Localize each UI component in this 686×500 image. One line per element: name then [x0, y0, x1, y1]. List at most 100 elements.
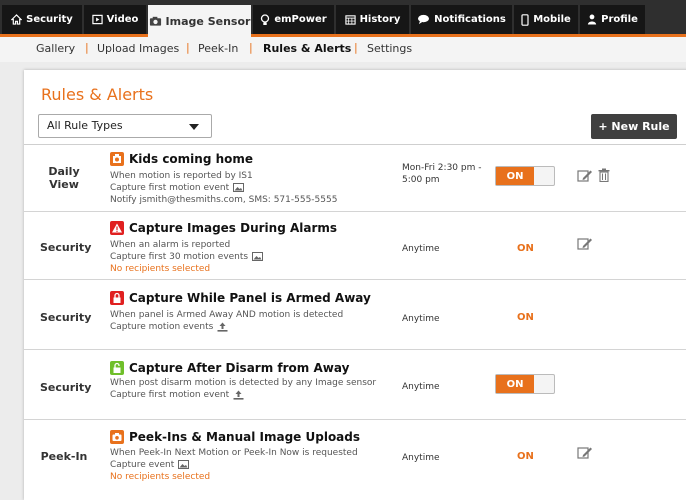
rule-title-text: Peek-Ins & Manual Image Uploads	[129, 430, 361, 444]
rule-capture-text: Capture motion events	[110, 322, 214, 332]
edit-icon[interactable]	[577, 169, 593, 183]
sub-navigation: Gallery | Upload Images | Peek-In | Rule…	[0, 37, 686, 62]
tab-label: Mobile	[533, 14, 571, 25]
rule-notify: No recipients selected	[110, 472, 211, 482]
new-rule-button[interactable]: + New Rule	[591, 114, 677, 139]
rule-title[interactable]: Capture Images During Alarms	[110, 221, 337, 235]
rule-capture-text: Capture event	[110, 460, 175, 470]
tab-mobile[interactable]: Mobile	[514, 5, 578, 34]
edit-icon[interactable]	[577, 446, 593, 460]
subtab-upload-images[interactable]: Upload Images	[97, 42, 179, 55]
rule-schedule: Anytime	[402, 244, 440, 254]
subnav-separator: |	[249, 41, 253, 54]
tab-video[interactable]: Video	[84, 5, 146, 34]
rule-capture: Capture first motion event	[110, 182, 337, 194]
rule-type: Security	[40, 381, 92, 394]
rule-trigger: When motion is reported by IS1	[110, 171, 253, 181]
tab-history[interactable]: History	[336, 5, 409, 34]
image-icon	[178, 460, 190, 469]
subtab-settings[interactable]: Settings	[367, 42, 412, 55]
clock-icon	[110, 152, 124, 166]
rule-schedule: Anytime	[402, 382, 440, 392]
tab-security[interactable]: Security	[2, 5, 82, 34]
phone-icon	[521, 13, 529, 26]
rule-type-selected: All Rule Types	[47, 119, 123, 132]
rule-trigger: When an alarm is reported	[110, 240, 231, 250]
rule-notify: No recipients selected	[110, 264, 211, 274]
chat-bubble-icon	[418, 14, 430, 25]
rule-title[interactable]: Peek-Ins & Manual Image Uploads	[110, 430, 360, 444]
tab-empower[interactable]: emPower	[253, 5, 334, 34]
subtab-gallery[interactable]: Gallery	[36, 42, 75, 55]
rule-description: When Peek-In Next Motion or Peek-In Now …	[110, 447, 358, 483]
rule-type: Daily View	[48, 165, 80, 191]
tab-label: Video	[106, 14, 139, 25]
page-title: Rules & Alerts	[41, 85, 154, 104]
tab-profile[interactable]: Profile	[580, 5, 645, 34]
rule-description: When motion is reported by IS1 Capture f…	[110, 170, 337, 206]
rule-title-text: Capture While Panel is Armed Away	[129, 291, 371, 305]
rule-trigger: When Peek-In Next Motion or Peek-In Now …	[110, 448, 358, 458]
subnav-separator: |	[354, 41, 358, 54]
rule-toggle[interactable]: ON	[495, 166, 555, 186]
rule-capture-text: Capture first motion event	[110, 183, 230, 193]
rule-title-text: Capture After Disarm from Away	[129, 361, 350, 375]
rule-description: When panel is Armed Away AND motion is d…	[110, 309, 343, 333]
tab-notifications[interactable]: Notifications	[411, 5, 512, 34]
rule-type: Peek-In	[40, 450, 88, 463]
subtab-peek-in[interactable]: Peek-In	[198, 42, 238, 55]
rule-capture-text: Capture first motion event	[110, 390, 230, 400]
camera-icon	[149, 16, 161, 26]
calendar-icon	[344, 15, 356, 25]
tab-label: Image Sensor	[165, 14, 251, 28]
trash-icon[interactable]	[598, 168, 610, 182]
home-icon	[11, 14, 23, 25]
rule-description: When post disarm motion is detected by a…	[110, 377, 376, 401]
rule-toggle[interactable]: ON	[495, 374, 555, 394]
rule-title[interactable]: Capture While Panel is Armed Away	[110, 291, 371, 305]
edit-icon[interactable]	[577, 237, 593, 251]
lock-open-icon	[110, 361, 124, 375]
rule-title-text: Kids coming home	[129, 152, 254, 166]
tab-label: Security	[26, 14, 73, 25]
rule-capture: Capture first motion event	[110, 389, 376, 401]
tab-label: Notifications	[434, 14, 506, 25]
rule-type: Security	[40, 311, 92, 324]
tab-image-sensor[interactable]: Image Sensor	[148, 5, 251, 37]
rule-trigger: When panel is Armed Away AND motion is d…	[110, 310, 344, 320]
rule-capture: Capture motion events	[110, 321, 343, 333]
rule-notify: Notify jsmith@thesmiths.com, SMS: 571-55…	[110, 195, 338, 205]
rule-capture-text: Capture first 30 motion events	[110, 252, 249, 262]
rule-type-select[interactable]: All Rule Types	[38, 114, 212, 138]
tab-label: History	[359, 14, 401, 25]
rule-capture: Capture first 30 motion events	[110, 251, 264, 263]
subnav-separator: |	[85, 41, 89, 54]
subtab-rules-alerts[interactable]: Rules & Alerts	[263, 42, 351, 55]
rule-trigger: When post disarm motion is detected by a…	[110, 378, 377, 388]
camera-icon	[110, 430, 124, 444]
rule-status[interactable]: ON	[517, 451, 534, 462]
lightbulb-icon	[261, 13, 270, 25]
rule-title[interactable]: Kids coming home	[110, 152, 253, 166]
video-icon	[91, 14, 103, 25]
rule-status[interactable]: ON	[517, 312, 534, 323]
tab-label: Profile	[601, 14, 638, 25]
image-icon	[233, 183, 245, 192]
rule-schedule: Mon-Fri 2:30 pm - 5:00 pm	[402, 163, 482, 185]
rule-title-text: Capture Images During Alarms	[129, 221, 338, 235]
subnav-separator: |	[186, 41, 190, 54]
rule-type: Security	[40, 241, 92, 254]
rule-status[interactable]: ON	[517, 243, 534, 254]
image-icon	[252, 252, 264, 261]
person-icon	[587, 14, 597, 25]
lock-closed-icon	[110, 291, 124, 305]
rule-capture: Capture event	[110, 459, 358, 471]
toggle-on-label: ON	[496, 167, 534, 185]
rule-schedule: Anytime	[402, 453, 440, 463]
alarm-warning-icon	[110, 221, 124, 235]
rule-title[interactable]: Capture After Disarm from Away	[110, 361, 349, 375]
caret-down-icon	[189, 124, 199, 130]
upload-icon	[217, 322, 228, 332]
upload-icon	[233, 390, 244, 400]
tab-label: emPower	[274, 14, 327, 25]
